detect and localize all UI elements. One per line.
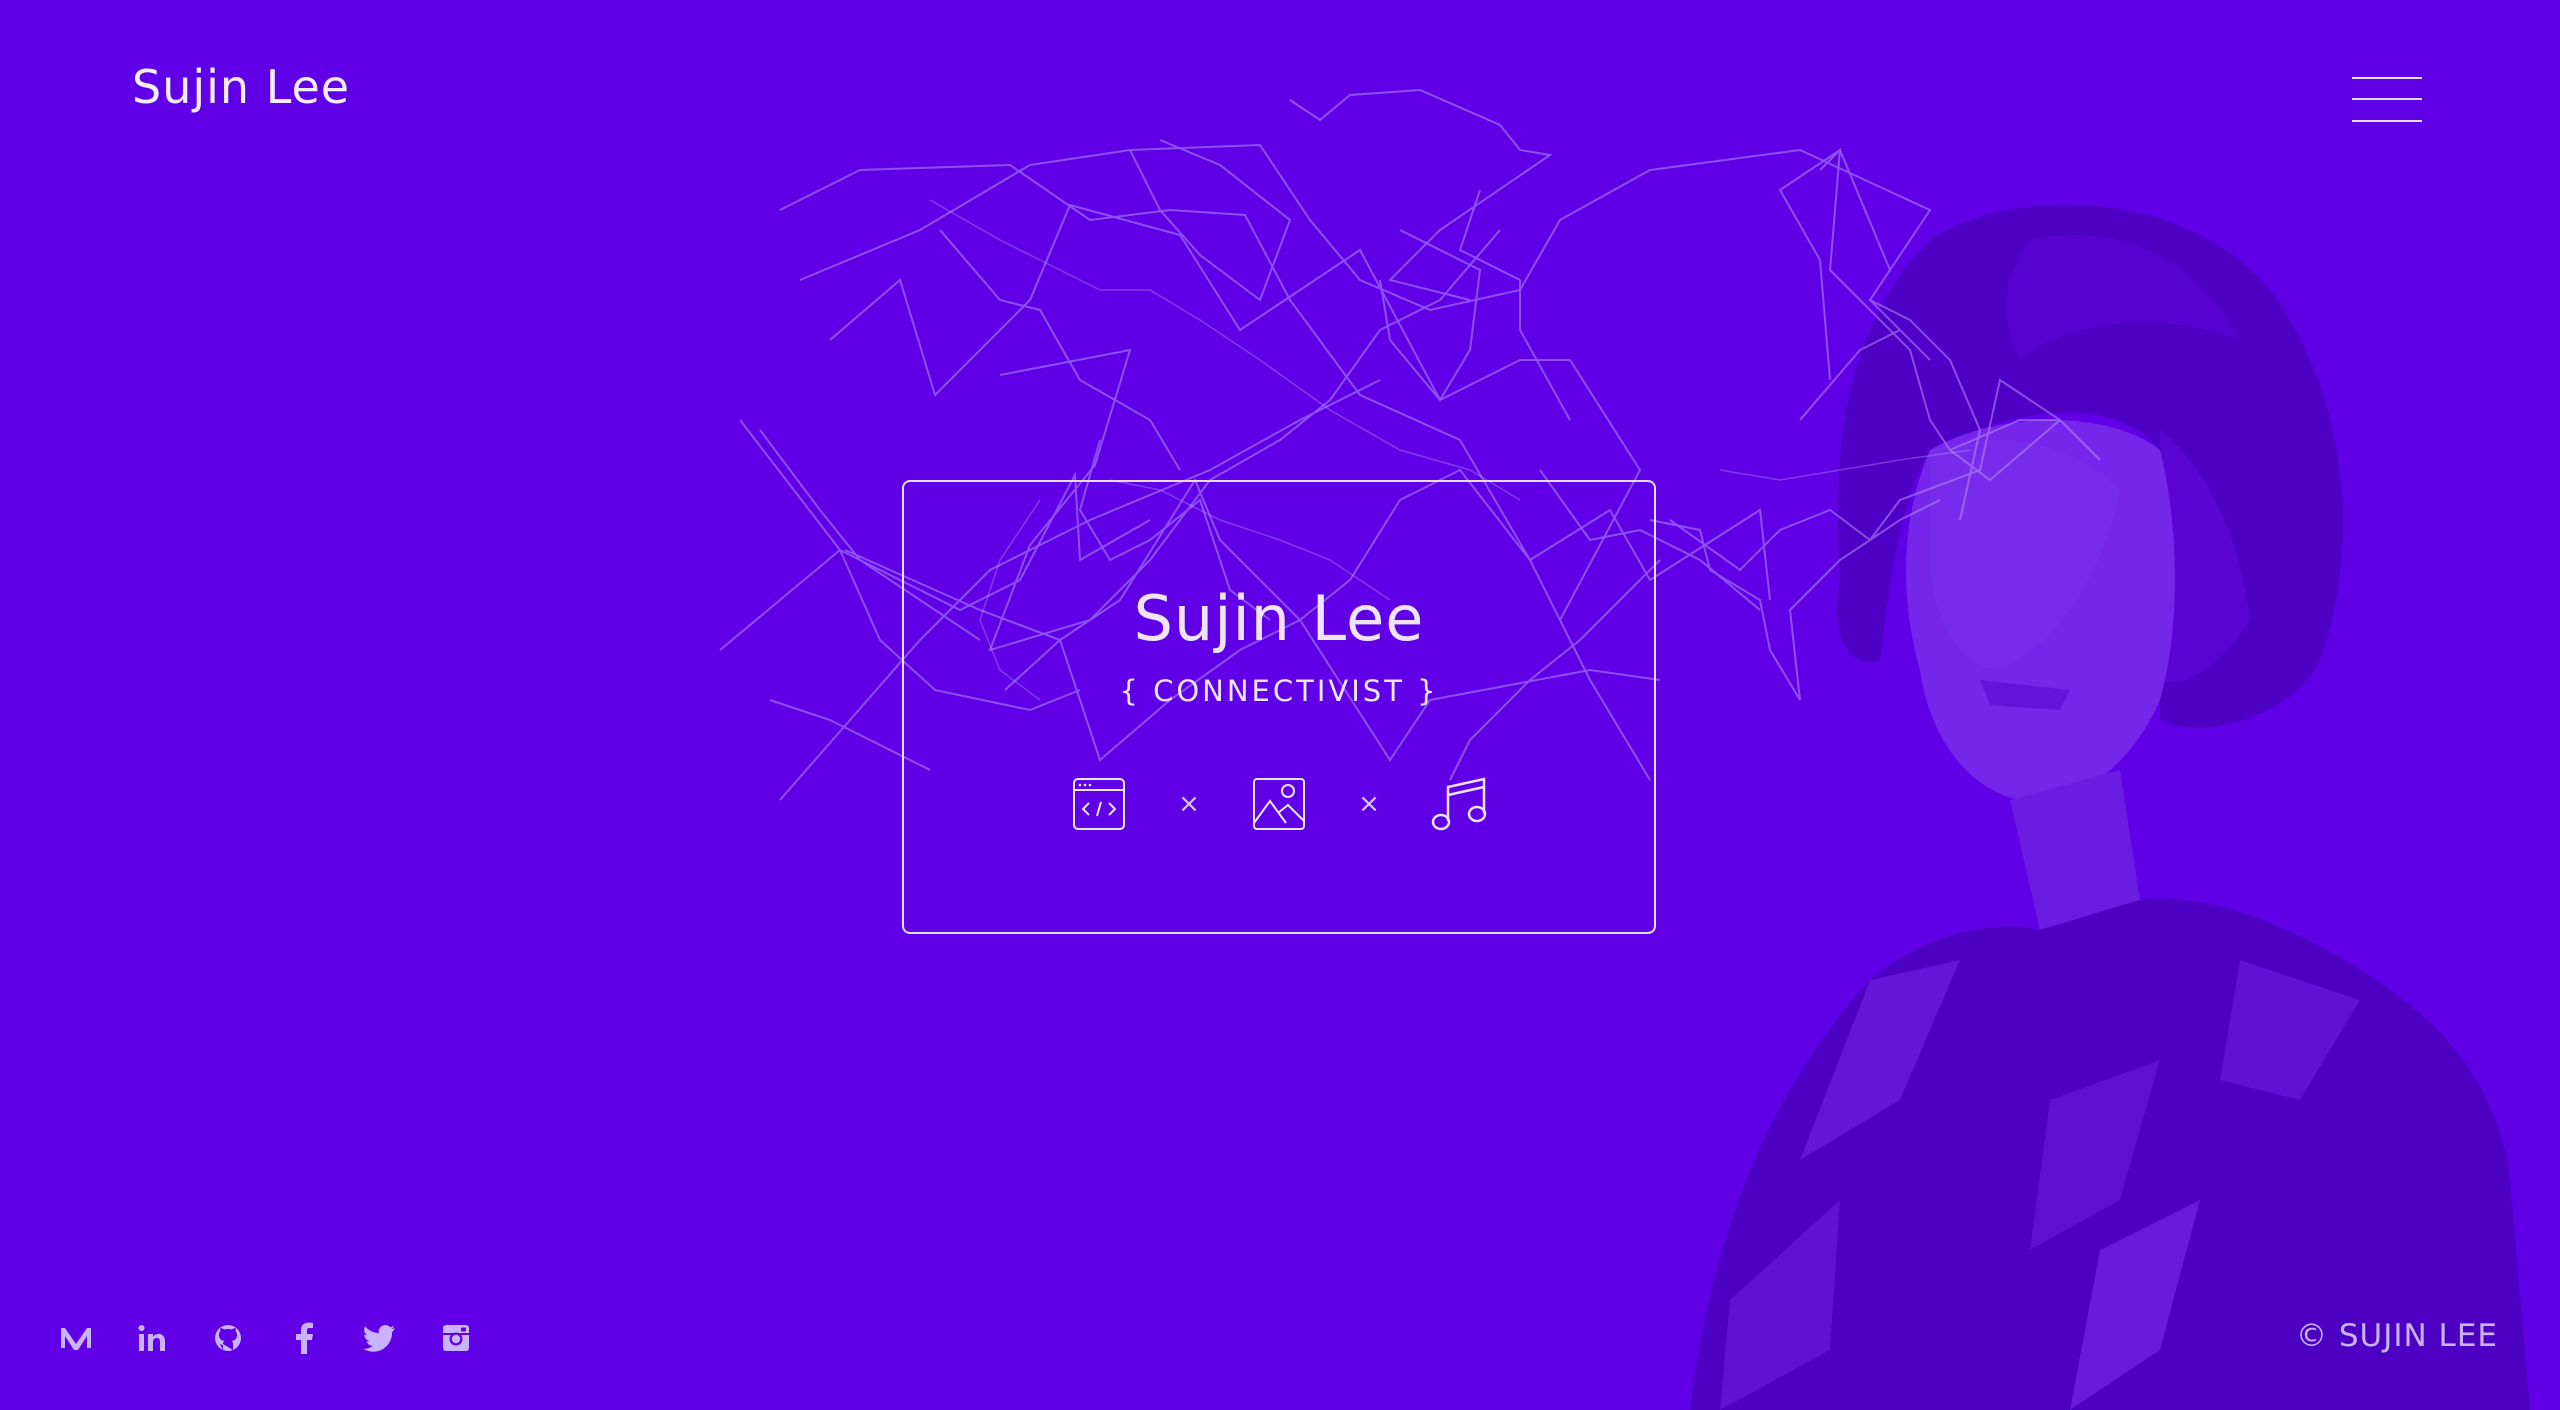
linkedin-icon[interactable] — [132, 1318, 172, 1358]
image-icon — [1247, 772, 1311, 836]
hero-subtitle: { CONNECTIVIST } — [1119, 674, 1439, 708]
social-links — [56, 1318, 512, 1358]
github-icon[interactable] — [208, 1318, 248, 1358]
music-note-icon — [1427, 772, 1491, 836]
menu-line — [2352, 98, 2422, 100]
menu-line — [2352, 120, 2422, 122]
separator-times: × — [1178, 789, 1200, 819]
hero-card: Sujin Lee { CONNECTIVIST } × × — [902, 480, 1656, 934]
menu-line — [2352, 77, 2422, 79]
code-window-icon — [1067, 772, 1131, 836]
medium-icon[interactable] — [56, 1318, 96, 1358]
separator-times: × — [1358, 789, 1380, 819]
landing-page: Sujin Lee Sujin Lee { CONNECTIVIST } × ×… — [0, 0, 2560, 1410]
facebook-icon[interactable] — [284, 1318, 324, 1358]
copyright-text: © SUJIN LEE — [2296, 1318, 2498, 1354]
brand-logo[interactable]: Sujin Lee — [132, 60, 350, 114]
twitter-icon[interactable] — [360, 1318, 400, 1358]
hamburger-menu-icon[interactable] — [2352, 74, 2428, 126]
hero-title: Sujin Lee — [1133, 582, 1425, 655]
instagram-icon[interactable] — [436, 1318, 476, 1358]
skill-icons: × × — [904, 772, 1654, 836]
portrait-illustration — [1690, 204, 2530, 1410]
